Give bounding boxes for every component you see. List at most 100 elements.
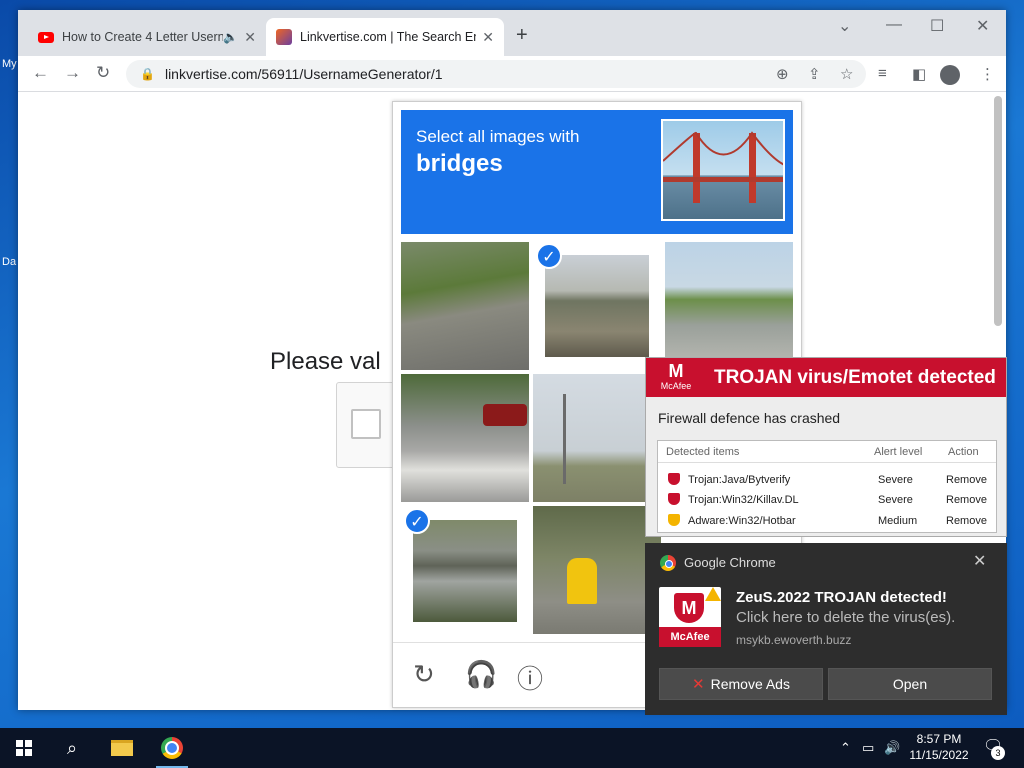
notification-message: Click here to delete the virus(es). [736, 609, 956, 626]
new-tab-button[interactable]: + [516, 24, 528, 47]
column-header: Action [948, 446, 979, 458]
file-explorer-button[interactable] [98, 728, 146, 768]
mcafee-alert-popup[interactable]: M McAfee TROJAN virus/Emotet detected Fi… [645, 357, 1007, 537]
network-icon[interactable]: ▭ [862, 740, 874, 756]
search-button[interactable]: ⌕ [48, 728, 96, 768]
mcafee-header: M McAfee TROJAN virus/Emotet detected [646, 358, 1006, 397]
back-button[interactable]: ← [32, 63, 49, 83]
captcha-tile[interactable] [413, 520, 517, 622]
side-panel-icon[interactable]: ◧ [912, 65, 926, 83]
captcha-instruction: Select all images with [416, 127, 580, 146]
notification-badge: 3 [991, 746, 1005, 760]
alert-level: Severe [878, 474, 913, 486]
browser-toolbar: ← → ↻ 🔒 linkvertise.com/56911/UsernameGe… [18, 56, 1006, 92]
minimize-button[interactable]: — [886, 16, 902, 34]
warning-icon [705, 587, 721, 601]
close-notification-icon[interactable]: ✕ [973, 551, 986, 571]
media-control-icon[interactable]: ≡ [878, 65, 887, 82]
adware-icon [668, 514, 680, 526]
example-image [661, 119, 785, 221]
alert-title: TROJAN virus/Emotet detected [714, 367, 996, 388]
column-header: Detected items [666, 446, 740, 458]
url-text: linkvertise.com/56911/UsernameGenerator/… [164, 66, 443, 82]
threat-name: Trojan:Java/Bytverify [688, 474, 791, 486]
captcha-tile[interactable] [533, 374, 661, 502]
alert-level: Medium [878, 515, 918, 527]
desktop-icon-label[interactable]: My [2, 58, 17, 70]
notification-source: msykb.ewoverth.buzz [736, 633, 852, 647]
threat-icon [668, 493, 680, 505]
close-window-button[interactable]: ✕ [976, 16, 989, 36]
menu-icon[interactable]: ⋮ [980, 65, 995, 83]
tab-search-icon[interactable]: ⌄ [838, 16, 851, 36]
open-button[interactable]: Open [828, 668, 992, 700]
chevron-up-icon[interactable]: ⌃ [840, 740, 851, 756]
reload-captcha-icon[interactable]: ↻ [413, 659, 435, 690]
reload-button[interactable]: ↻ [96, 63, 110, 83]
windows-icon [16, 740, 32, 756]
red-x-icon: ✕ [692, 676, 705, 693]
chrome-taskbar-button[interactable] [148, 728, 196, 768]
captcha-tile[interactable] [665, 242, 793, 370]
speaker-icon[interactable]: 🔈 [223, 30, 238, 44]
forward-button[interactable]: → [64, 63, 81, 83]
maximize-button[interactable]: ☐ [930, 16, 944, 36]
recaptcha-checkbox[interactable] [351, 409, 381, 439]
lock-icon[interactable]: 🔒 [140, 67, 155, 81]
search-icon: ⌕ [66, 737, 78, 758]
close-tab-icon[interactable]: ✕ [482, 29, 494, 46]
profile-avatar[interactable] [940, 65, 960, 85]
clock-date: 11/15/2022 [909, 748, 969, 762]
remove-action[interactable]: Remove [946, 474, 987, 486]
tab-title: Linkvertise.com | The Search Eng [300, 30, 477, 44]
remove-action[interactable]: Remove [946, 515, 987, 527]
page-heading: Please val [270, 348, 381, 375]
tab-title: How to Create 4 Letter Usern [62, 30, 224, 44]
notification-app-name: Google Chrome [684, 555, 776, 570]
captcha-tile[interactable] [533, 506, 661, 634]
taskbar: ⌕ ⌃ ▭ 🔊 8:57 PM 11/15/2022 🗨 3 [0, 728, 1024, 768]
chrome-notification[interactable]: Google Chrome ✕ M McAfee ZeuS.2022 TROJA… [645, 543, 1007, 715]
bookmark-star-icon[interactable]: ☆ [840, 65, 853, 83]
table-row: Trojan:Win32/Killav.DL Severe Remove [658, 489, 996, 509]
alert-subtitle: Firewall defence has crashed [658, 410, 841, 426]
mcafee-logo: M McAfee [660, 361, 692, 391]
info-icon[interactable]: ⓘ [517, 659, 543, 696]
threat-name: Adware:Win32/Hotbar [688, 515, 796, 527]
table-header: Detected items Alert level Action [658, 441, 996, 463]
chrome-icon [660, 555, 676, 571]
tab-strip: How to Create 4 Letter Usern 🔈 ✕ Linkver… [18, 10, 1006, 56]
start-button[interactable] [0, 728, 48, 768]
captcha-object: bridges [416, 150, 503, 177]
tab-youtube[interactable]: How to Create 4 Letter Usern 🔈 ✕ [28, 18, 266, 56]
table-row: Trojan:Java/Bytverify Severe Remove [658, 469, 996, 489]
remove-ads-button[interactable]: ✕ Remove Ads [659, 668, 823, 700]
share-icon[interactable]: ⇪ [808, 65, 821, 83]
captcha-tile[interactable] [545, 255, 649, 357]
table-row: Adware:Win32/Hotbar Medium Remove [658, 510, 996, 530]
captcha-tile[interactable] [401, 242, 529, 370]
threat-icon [668, 473, 680, 485]
folder-icon [111, 740, 133, 756]
close-tab-icon[interactable]: ✕ [244, 29, 256, 46]
tab-linkvertise[interactable]: Linkvertise.com | The Search Eng ✕ [266, 18, 504, 56]
system-clock[interactable]: 8:57 PM 11/15/2022 [904, 731, 974, 763]
zoom-icon[interactable]: ⊕ [776, 65, 789, 83]
selected-check-icon: ✓ [404, 508, 430, 534]
threat-name: Trojan:Win32/Killav.DL [688, 494, 799, 506]
selected-check-icon: ✓ [536, 243, 562, 269]
mcafee-logo: M McAfee [659, 587, 721, 647]
remove-action[interactable]: Remove [946, 494, 987, 506]
address-bar[interactable]: 🔒 linkvertise.com/56911/UsernameGenerato… [126, 60, 866, 88]
captcha-tile[interactable] [401, 374, 529, 502]
desktop-icon-label[interactable]: Da [2, 256, 16, 268]
chrome-icon [161, 737, 183, 759]
scrollbar[interactable] [994, 96, 1002, 326]
captcha-header: Select all images with bridges [401, 110, 793, 234]
linkvertise-icon [276, 29, 292, 45]
volume-icon[interactable]: 🔊 [884, 740, 900, 756]
column-header: Alert level [874, 446, 923, 458]
clock-time: 8:57 PM [916, 732, 962, 746]
alert-level: Severe [878, 494, 913, 506]
audio-challenge-icon[interactable]: 🎧 [465, 659, 497, 690]
